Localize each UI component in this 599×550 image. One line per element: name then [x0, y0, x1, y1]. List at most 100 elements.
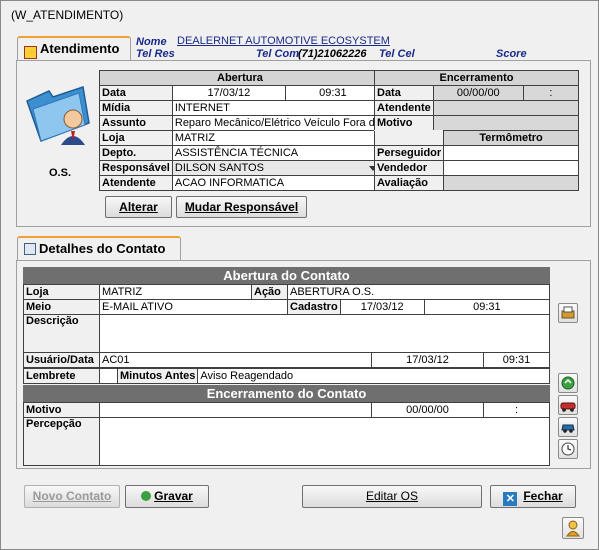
midia-field[interactable]: INTERNET: [171, 100, 381, 116]
mudar-responsavel-button[interactable]: Mudar Responsável: [176, 196, 307, 218]
responsavel-label: Responsável: [99, 160, 173, 176]
tab-detalhes-contato[interactable]: Detalhes do Contato: [17, 236, 181, 261]
contato-motivo-hora: :: [483, 402, 550, 418]
alterar-button[interactable]: Alterar: [105, 196, 172, 218]
abertura-hora-field[interactable]: 09:31: [284, 85, 381, 101]
minutos-field[interactable]: Aviso Reagendado: [197, 368, 550, 384]
lembrete-checkbox[interactable]: [99, 368, 118, 384]
encerramento-title: Encerramento: [374, 70, 579, 86]
refresh-icon[interactable]: [558, 373, 578, 393]
vendedor-field[interactable]: [443, 160, 579, 176]
telres-label: Tel Res: [136, 48, 175, 60]
contato-motivo-field[interactable]: [99, 402, 372, 418]
encerramento-hora-field: :: [522, 85, 580, 101]
editar-os-button[interactable]: Editar OS: [302, 485, 482, 508]
usuario-table: Usuário/Data AC01 17/03/12 09:31: [23, 352, 550, 368]
encerramento-data-field: 00/00/00: [432, 85, 524, 101]
midia-label: Mídia: [99, 100, 173, 116]
usuario-label: Usuário/Data: [23, 352, 100, 368]
atendente-field[interactable]: ACAO INFORMATICA: [171, 175, 381, 191]
usuario-date: 17/03/12: [371, 352, 484, 368]
descricao-field[interactable]: [99, 314, 550, 353]
window-title: (W_ATENDIMENTO): [1, 1, 598, 31]
depto-label: Depto.: [99, 145, 173, 161]
gravar-icon: [141, 491, 152, 501]
usuario-field: AC01: [99, 352, 372, 368]
contato-loja-label: Loja: [23, 284, 100, 300]
abertura-contato-header: Abertura do Contato: [23, 267, 550, 284]
clock-icon[interactable]: [558, 439, 578, 459]
vendedor-label: Vendedor: [373, 160, 445, 176]
nome-label: Nome: [136, 36, 167, 48]
close-icon: ✕: [503, 492, 518, 506]
abertura-table: Abertura Data 17/03/12 09:31 Mídia INTERN…: [99, 70, 381, 191]
os-folder-icon: [23, 79, 93, 149]
abertura-title: Abertura: [99, 70, 381, 86]
avaliacao-label: Avaliação: [373, 175, 445, 191]
assunto-field[interactable]: Reparo Mecânico/Elétrico Veículo Fora de: [171, 115, 381, 131]
encerramento-motivo-label: Motivo: [374, 115, 434, 131]
lembrete-table: Lembrete Minutos Antes Aviso Reagendado: [23, 368, 550, 384]
descricao-label: Descrição: [23, 314, 100, 353]
novo-contato-button[interactable]: Novo Contato: [24, 485, 120, 508]
encerramento-table: Encerramento Data 00/00/00 : Atendente M…: [374, 70, 580, 131]
vehicle-icon[interactable]: [558, 395, 578, 415]
encerramento-data-label: Data: [374, 85, 434, 101]
loja-field[interactable]: MATRIZ: [171, 130, 381, 146]
termometro-spacer: [373, 130, 445, 146]
termometro-title: Termômetro: [443, 130, 579, 146]
percepcao-label: Percepção: [23, 417, 100, 466]
contato-motivo-label: Motivo: [23, 402, 100, 418]
cadastro-date[interactable]: 17/03/12: [339, 299, 425, 315]
mudar-responsavel-button-label: Mudar Responsável: [184, 200, 299, 214]
tab-detalhes-label: Detalhes do Contato: [39, 241, 166, 256]
lembrete-label: Lembrete: [23, 368, 100, 384]
contato-table: Loja MATRIZ Ação ABERTURA O.S. Meio E-MA…: [23, 284, 551, 353]
car-icon[interactable]: [558, 417, 578, 437]
cadastro-hora[interactable]: 09:31: [423, 299, 551, 315]
telcel-label: Tel Cel: [379, 48, 415, 60]
nome-link[interactable]: DEALERNET AUTOMOTIVE ECOSYSTEM: [177, 35, 390, 47]
print-icon[interactable]: [558, 303, 578, 323]
meio-field[interactable]: E-MAIL ATIVO: [99, 299, 288, 315]
perseguidor-field[interactable]: [443, 145, 579, 161]
atendente-label: Atendente: [99, 175, 173, 191]
avaliacao-field: [443, 175, 579, 191]
fechar-label: Fechar: [523, 489, 563, 503]
usuario-hora: 09:31: [483, 352, 550, 368]
percepcao-field[interactable]: [99, 417, 550, 466]
abertura-data-field[interactable]: 17/03/12: [171, 85, 286, 101]
lightning-icon: ⚡: [24, 46, 37, 59]
contato-loja-field[interactable]: MATRIZ: [99, 284, 252, 300]
user-help-icon[interactable]: [562, 517, 584, 539]
abertura-data-label: Data: [99, 85, 173, 101]
tab-atendimento-label: Atendimento: [40, 41, 120, 56]
encerramento-contato-table: Motivo 00/00/00 : Percepção: [23, 402, 550, 466]
fechar-button[interactable]: ✕ Fechar: [490, 485, 576, 508]
tab-atendimento[interactable]: ⚡ Atendimento: [17, 36, 131, 61]
telcom-value: (71)21062226: [298, 48, 367, 60]
meio-label: Meio: [23, 299, 100, 315]
encerramento-contato-header: Encerramento do Contato: [23, 385, 550, 402]
depto-field[interactable]: ASSISTÊNCIA TÉCNICA: [171, 145, 381, 161]
acao-field[interactable]: ABERTURA O.S.: [287, 284, 550, 300]
alterar-button-label: Alterar: [119, 200, 158, 214]
encerramento-atendente-label: Atendente: [374, 100, 434, 116]
score-label: Score: [496, 48, 527, 60]
assunto-label: Assunto: [99, 115, 173, 131]
telcom-label: Tel Com: [256, 48, 299, 60]
responsavel-select[interactable]: DILSON SANTOS: [171, 160, 381, 176]
editar-os-label: Editar OS: [365, 489, 419, 503]
termometro-table: Termômetro Perseguidor Vendedor Avaliaçã…: [373, 130, 579, 191]
contact-details-icon: [24, 243, 36, 255]
gravar-button[interactable]: Gravar: [125, 485, 209, 508]
atendimento-window: (W_ATENDIMENTO) ⚡ Atendimento Nome DEALER…: [0, 0, 599, 550]
loja-label: Loja: [99, 130, 173, 146]
acao-label: Ação: [251, 284, 288, 300]
perseguidor-label: Perseguidor: [373, 145, 445, 161]
minutos-label: Minutos Antes: [116, 368, 199, 384]
os-label: O.S.: [49, 167, 72, 179]
contato-motivo-date: 00/00/00: [371, 402, 484, 418]
encerramento-motivo-field: [432, 115, 580, 131]
responsavel-value: DILSON SANTOS: [174, 162, 264, 174]
